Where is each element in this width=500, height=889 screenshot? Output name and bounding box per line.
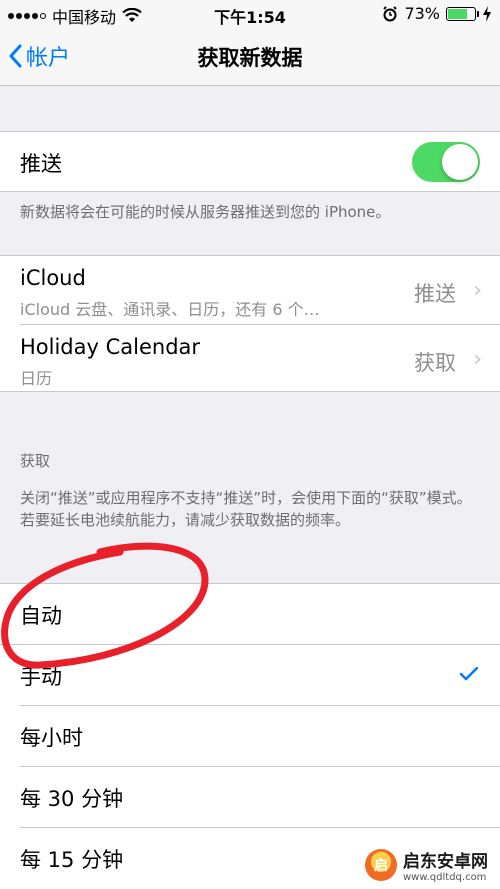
battery-icon	[446, 6, 479, 21]
checkmark-icon	[459, 662, 479, 686]
push-row: 推送	[0, 132, 500, 192]
fetch-option-auto[interactable]: 自动	[0, 584, 500, 644]
fetch-description: 关闭“推送”或应用程序不支持“推送”时，会使用下面的“获取”模式。若要延长电池续…	[20, 489, 472, 529]
watermark-title: 启东安卓网	[403, 852, 488, 872]
account-row-icloud[interactable]: iCloud iCloud 云盘、通讯录、日历，还有 6 个… 推送 ›	[0, 256, 500, 324]
watermark-url: www.qdltdq.com	[403, 872, 487, 883]
watermark-logo-icon: 启	[365, 849, 397, 881]
status-bar: 中国移动 下午1:54 73%	[0, 0, 500, 28]
push-footer: 新数据将会在可能的时候从服务器推送到您的 iPhone。	[20, 203, 391, 221]
fetch-option-hourly[interactable]: 每小时	[0, 706, 500, 766]
battery-percent: 73%	[404, 4, 440, 23]
fetch-options-section: 自动 手动 每小时 每 30 分钟 每 15 分钟	[0, 583, 500, 889]
account-fetch-mode: 推送	[414, 282, 456, 306]
alarm-icon	[383, 5, 398, 21]
accounts-section: iCloud iCloud 云盘、通讯录、日历，还有 6 个… 推送 › Hol…	[0, 255, 500, 392]
option-label: 每 30 分钟	[20, 787, 124, 811]
chevron-right-icon: ›	[473, 278, 482, 303]
charging-icon	[483, 5, 491, 22]
option-label: 每小时	[20, 726, 83, 750]
option-label: 手动	[20, 665, 62, 689]
fetch-option-manual[interactable]: 手动	[0, 645, 500, 705]
chevron-right-icon: ›	[473, 347, 482, 372]
account-name: Holiday Calendar	[20, 335, 201, 359]
push-label: 推送	[20, 152, 62, 176]
account-row-holiday-calendar[interactable]: Holiday Calendar 日历 获取 ›	[0, 325, 500, 393]
site-watermark: 启 启东安卓网 www.qdltdq.com	[359, 845, 494, 885]
navigation-bar: 帐户 获取新数据	[0, 28, 500, 86]
account-fetch-mode: 获取	[414, 351, 456, 375]
account-detail: iCloud 云盘、通讯录、日历，还有 6 个…	[20, 300, 320, 319]
account-name: iCloud	[20, 266, 86, 290]
account-detail: 日历	[20, 369, 53, 388]
toggle-knob	[442, 144, 478, 180]
page-title: 获取新数据	[197, 46, 303, 70]
fetch-section-header: 获取	[20, 452, 51, 470]
fetch-option-every-30-min[interactable]: 每 30 分钟	[0, 767, 500, 827]
push-section: 推送	[0, 131, 500, 192]
option-label: 自动	[20, 604, 62, 628]
push-toggle[interactable]	[412, 142, 480, 182]
option-label: 每 15 分钟	[20, 848, 124, 872]
